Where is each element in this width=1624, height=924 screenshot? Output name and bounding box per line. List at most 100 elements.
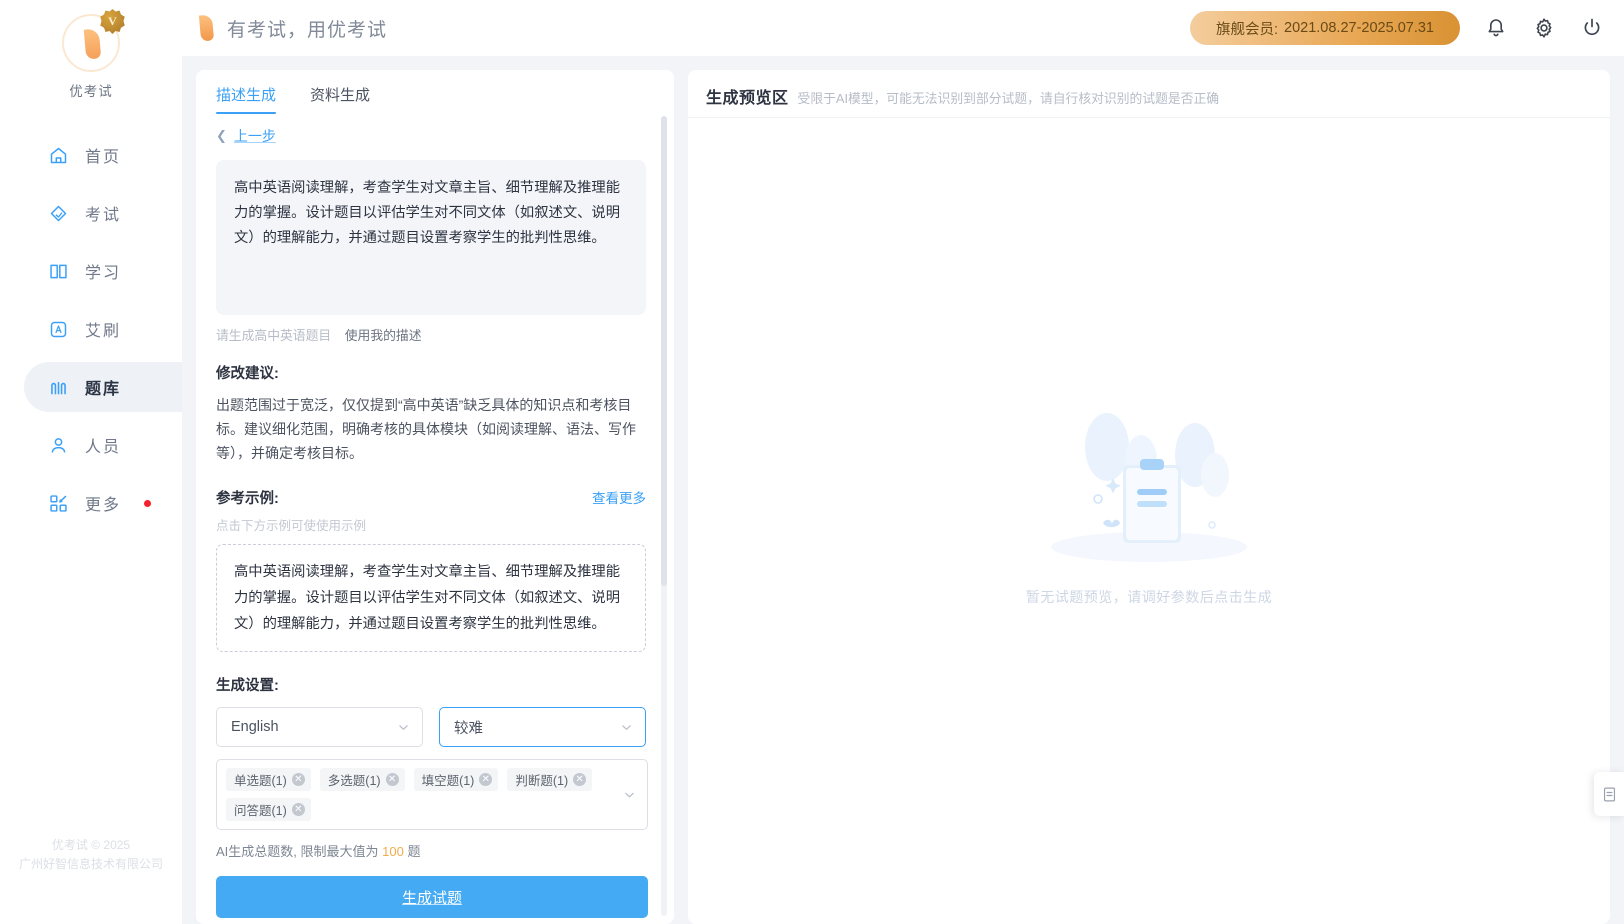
- question-type-tag[interactable]: 单选题(1) ✕: [226, 768, 311, 791]
- book-icon: [50, 264, 67, 278]
- panel-scrollbar-track[interactable]: [661, 116, 667, 916]
- preview-subtitle: 受限于AI模型，可能无法识别到部分试题，请自行核对识别的试题是否正确: [797, 91, 1220, 106]
- bell-icon[interactable]: [1484, 16, 1508, 40]
- chevron-down-icon: [623, 788, 636, 801]
- letter-a-icon: [50, 321, 67, 337]
- vip-membership-badge[interactable]: 旗舰会员: 2021.08.27-2025.07.31: [1189, 11, 1460, 45]
- generator-scroll-area: 描述生成 资料生成 ❮ 上一步 高中英语阅读理解，考查学生对文章主旨、细节理解及…: [196, 70, 674, 924]
- topbar-title: 有考试，用优考试: [227, 19, 388, 41]
- sidebar: V 优考试 首页 考试 学习 艾刷 题库 人员 更多 优考试 © 2025 广州…: [0, 0, 182, 924]
- chevron-down-icon: [620, 721, 633, 734]
- language-select-value: English: [231, 719, 279, 735]
- generator-panel: 描述生成 资料生成 ❮ 上一步 高中英语阅读理解，考查学生对文章主旨、细节理解及…: [196, 70, 674, 924]
- exam-icon: [50, 205, 67, 221]
- sidebar-item-label: 考试: [85, 207, 122, 224]
- description-hint-text: 请生成高中英语题目: [216, 328, 332, 343]
- chevron-left-icon: ❮: [216, 128, 227, 143]
- view-more-link[interactable]: 查看更多: [592, 487, 646, 507]
- sidebar-item-study[interactable]: 学习: [0, 242, 182, 300]
- sidebar-footer: 优考试 © 2025 广州好智信息技术有限公司: [0, 836, 182, 874]
- vip-date-range: 2021.08.27-2025.07.31: [1284, 20, 1434, 36]
- limit-note-prefix: AI生成总题数, 限制最大值为: [216, 844, 379, 859]
- question-type-tag[interactable]: 多选题(1) ✕: [319, 768, 405, 791]
- vip-crown-icon: V: [100, 9, 125, 34]
- tag-label: 判断题(1): [515, 774, 569, 788]
- app-root: V 优考试 首页 考试 学习 艾刷 题库 人员 更多 优考试 © 2025 广州…: [0, 0, 1624, 924]
- tab-material-generation[interactable]: 资料生成: [310, 84, 370, 114]
- close-icon[interactable]: ✕: [573, 773, 587, 786]
- sidebar-item-label: 题库: [85, 381, 122, 398]
- close-icon[interactable]: ✕: [291, 803, 305, 816]
- generator-tabs: 描述生成 资料生成: [210, 70, 646, 114]
- description-input[interactable]: 高中英语阅读理解，考查学生对文章主旨、细节理解及推理能力的掌握。设计题目以评估学…: [216, 160, 646, 315]
- preview-body: 暂无试题预览，请调好参数后点击生成: [688, 118, 1610, 924]
- brand-logo: V: [62, 9, 125, 72]
- suggestion-body: 出题范围过于宽泛，仅仅提到“高中英语”缺乏具体的知识点和考核目标。建议细化范围，…: [216, 397, 636, 461]
- suggestion-title: 修改建议:: [216, 366, 279, 382]
- sidebar-item-label: 艾刷: [85, 323, 122, 340]
- question-type-tag[interactable]: 判断题(1) ✕: [507, 768, 593, 791]
- sidebar-item-question-bank[interactable]: 题库: [0, 358, 182, 416]
- tag-label: 多选题(1): [327, 774, 381, 788]
- preview-header: 生成预览区 受限于AI模型，可能无法识别到部分试题，请自行核对识别的试题是否正确: [688, 70, 1610, 118]
- close-icon[interactable]: ✕: [291, 773, 305, 786]
- sidebar-item-aishua[interactable]: 艾刷: [0, 300, 182, 358]
- reference-subtitle: 点击下方示例可使使用示例: [216, 519, 367, 533]
- power-icon[interactable]: [1580, 16, 1604, 40]
- previous-step-link[interactable]: ❮ 上一步: [216, 126, 646, 146]
- empty-state: 暂无试题预览，请调好参数后点击生成: [999, 395, 1299, 607]
- previous-step-label: 上一步: [233, 128, 276, 144]
- tab-description-generation[interactable]: 描述生成: [216, 84, 277, 114]
- company-line: 广州好智信息技术有限公司: [18, 857, 163, 871]
- sidebar-item-home[interactable]: 首页: [0, 126, 182, 184]
- sidebar-item-exam[interactable]: 考试: [0, 184, 182, 242]
- vip-label: 旗舰会员:: [1215, 21, 1279, 38]
- limit-note-value: 100: [382, 844, 404, 859]
- sidebar-item-label: 首页: [85, 149, 122, 166]
- tag-label: 填空题(1): [421, 774, 475, 788]
- home-icon: [50, 147, 67, 163]
- main-column: 有考试，用优考试 旗舰会员: 2021.08.27-2025.07.31 描述生…: [182, 0, 1624, 924]
- question-type-tag[interactable]: 填空题(1) ✕: [413, 768, 499, 791]
- use-my-description-button[interactable]: 使用我的描述: [345, 328, 422, 343]
- language-select[interactable]: English: [216, 707, 423, 747]
- empty-state-text: 暂无试题预览，请调好参数后点击生成: [1025, 589, 1273, 605]
- float-document-widget[interactable]: [1594, 772, 1624, 816]
- leaf-logo-icon: [83, 28, 102, 60]
- grid-pen-icon: [50, 494, 67, 512]
- sidebar-item-people[interactable]: 人员: [0, 416, 182, 474]
- sidebar-item-label: 学习: [85, 265, 122, 282]
- limit-note-suffix: 题: [407, 844, 421, 859]
- sidebar-item-label: 人员: [85, 439, 122, 456]
- close-icon[interactable]: ✕: [479, 773, 493, 786]
- topbar-actions: 旗舰会员: 2021.08.27-2025.07.31: [1189, 11, 1604, 45]
- content-area: 描述生成 资料生成 ❮ 上一步 高中英语阅读理解，考查学生对文章主旨、细节理解及…: [182, 56, 1624, 924]
- bar-chart-icon: [51, 381, 66, 394]
- difficulty-select[interactable]: 较难: [439, 707, 646, 747]
- tag-label: 问答题(1): [234, 804, 287, 818]
- difficulty-select-value: 较难: [454, 720, 483, 737]
- leaf-logo-icon: [198, 14, 215, 42]
- copyright-line: 优考试 © 2025: [51, 838, 131, 852]
- notification-dot: [144, 499, 152, 507]
- close-icon[interactable]: ✕: [385, 773, 399, 786]
- description-hint-row: 请生成高中英语题目 使用我的描述: [216, 325, 646, 344]
- limit-note: AI生成总题数, 限制最大值为 100 题: [216, 841, 646, 860]
- generate-questions-button[interactable]: 生成试题: [216, 876, 648, 918]
- settings-selects-row: English 较难: [216, 707, 646, 747]
- gear-icon[interactable]: [1532, 16, 1556, 40]
- reference-header: 参考示例: 查看更多: [216, 487, 646, 508]
- reference-title: 参考示例:: [216, 491, 279, 507]
- settings-title: 生成设置:: [216, 678, 279, 694]
- question-type-tag[interactable]: 问答题(1) ✕: [226, 798, 311, 821]
- preview-title: 生成预览区: [706, 90, 789, 107]
- document-form-icon: [1603, 787, 1615, 801]
- topbar: 有考试，用优考试 旗舰会员: 2021.08.27-2025.07.31: [182, 0, 1624, 56]
- clipboard-empty-illustration: [1051, 413, 1247, 562]
- question-type-multiselect[interactable]: 单选题(1) ✕ 多选题(1) ✕ 填空题(1) ✕ 判断题(1) ✕ 问答题(…: [216, 759, 648, 830]
- sidebar-item-more[interactable]: 更多: [0, 474, 182, 532]
- preview-panel: 生成预览区 受限于AI模型，可能无法识别到部分试题，请自行核对识别的试题是否正确: [688, 70, 1610, 924]
- brand-name: 优考试: [69, 84, 113, 99]
- panel-scrollbar-thumb[interactable]: [661, 116, 667, 586]
- reference-example-card[interactable]: 高中英语阅读理解，考查学生对文章主旨、细节理解及推理能力的掌握。设计题目以评估学…: [216, 544, 646, 652]
